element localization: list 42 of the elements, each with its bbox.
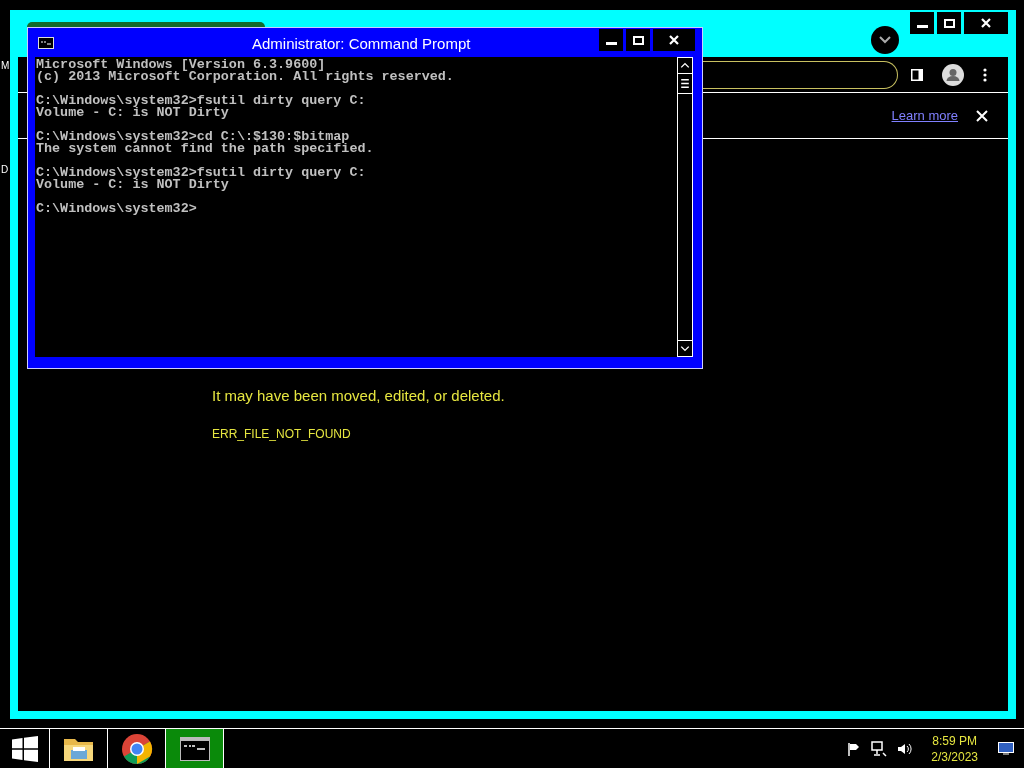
desktop-letter: M — [1, 60, 10, 72]
console-line: Volume - C: is NOT Dirty — [36, 107, 229, 119]
close-button[interactable] — [653, 29, 695, 51]
clock-time: 8:59 PM — [932, 732, 977, 749]
flag-icon[interactable] — [847, 741, 862, 756]
maximize-button[interactable] — [937, 12, 961, 34]
menu-icon[interactable] — [983, 67, 987, 82]
scrollbar[interactable] — [677, 57, 693, 357]
taskbar-button[interactable] — [166, 729, 224, 768]
minimize-button[interactable] — [599, 29, 623, 51]
error-code: ERR_FILE_NOT_FOUND — [212, 425, 352, 443]
desktop-letter: D — [1, 164, 9, 176]
close-icon — [981, 18, 991, 28]
profile-avatar-icon[interactable] — [942, 63, 964, 86]
clock-date: 2/3/2023 — [931, 748, 978, 765]
console-icon — [179, 736, 210, 761]
volume-icon[interactable] — [897, 741, 914, 756]
console-line: (c) 2013 Microsoft Corporation. All rights reserved. — [36, 71, 455, 83]
console-line: C:\Windows\system32>cd C:\:$130:$bitmap — [36, 131, 350, 143]
network-icon[interactable] — [871, 740, 888, 757]
minimize-button[interactable] — [910, 12, 934, 34]
close-button[interactable] — [964, 12, 1008, 34]
side-panel-icon[interactable] — [910, 67, 924, 82]
maximize-button[interactable] — [626, 29, 650, 51]
console-line: Microsoft Windows [Version 6.3.9600] — [36, 59, 326, 71]
learn-more-link[interactable]: Learn more — [891, 105, 958, 126]
chrome-icon — [120, 732, 153, 765]
console-line: Volume - C: is NOT Dirty — [36, 179, 229, 191]
show-desktop-icon[interactable] — [998, 742, 1014, 755]
console-line: C:\Windows\system32>fsutil dirty query C: — [36, 95, 367, 107]
console-line: C:\Windows\system32>fsutil dirty query C: — [36, 167, 367, 179]
console-line: The system cannot find the path specified. — [36, 143, 375, 155]
tab-list-button[interactable] — [871, 26, 899, 54]
console-line: C:\Windows\system32> — [36, 203, 198, 215]
close-icon — [669, 35, 679, 45]
clock[interactable]: 8:59 PM 2/3/2023 — [931, 732, 978, 765]
close-icon[interactable] — [976, 109, 988, 122]
error-message: It may have been moved, edited, or deleted. — [212, 386, 506, 406]
console-icon — [38, 36, 54, 49]
window-title: Administrator: Command Prompt — [252, 34, 471, 54]
windows-logo-icon — [11, 735, 38, 762]
chevron-down-icon — [879, 36, 891, 44]
